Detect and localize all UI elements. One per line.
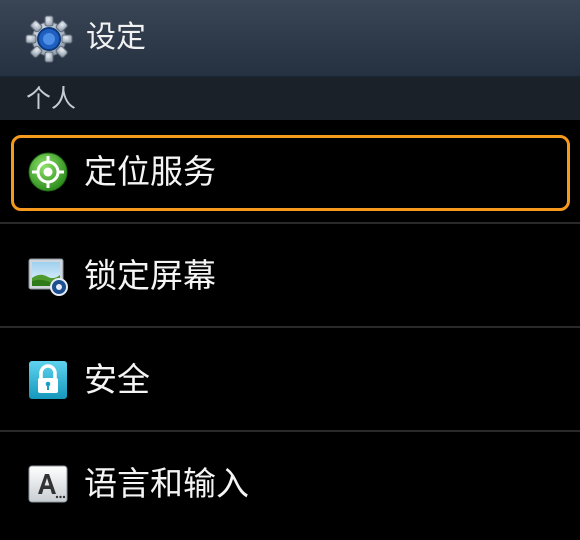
section-header-label: 个人 (26, 84, 77, 113)
lock-screen-icon (28, 258, 68, 296)
settings-item-lock-screen[interactable]: 锁定屏幕 (0, 224, 580, 328)
title-bar: 设定 (0, 0, 580, 78)
settings-item-label: 安全 (84, 360, 150, 399)
settings-item-label: 定位服务 (84, 152, 216, 191)
security-lock-icon (29, 361, 67, 399)
settings-gear-icon[interactable] (24, 14, 74, 64)
language-input-icon (28, 465, 68, 503)
settings-item-language-input[interactable]: 语言和输入 (0, 432, 580, 540)
section-header-personal: 个人 (0, 78, 580, 120)
settings-item-security[interactable]: 安全 (0, 328, 580, 432)
page-title: 设定 (86, 20, 146, 55)
settings-item-label: 锁定屏幕 (84, 256, 216, 295)
location-icon (28, 152, 68, 192)
settings-item-label: 语言和输入 (84, 464, 249, 503)
settings-item-location-services[interactable]: 定位服务 (0, 120, 580, 224)
